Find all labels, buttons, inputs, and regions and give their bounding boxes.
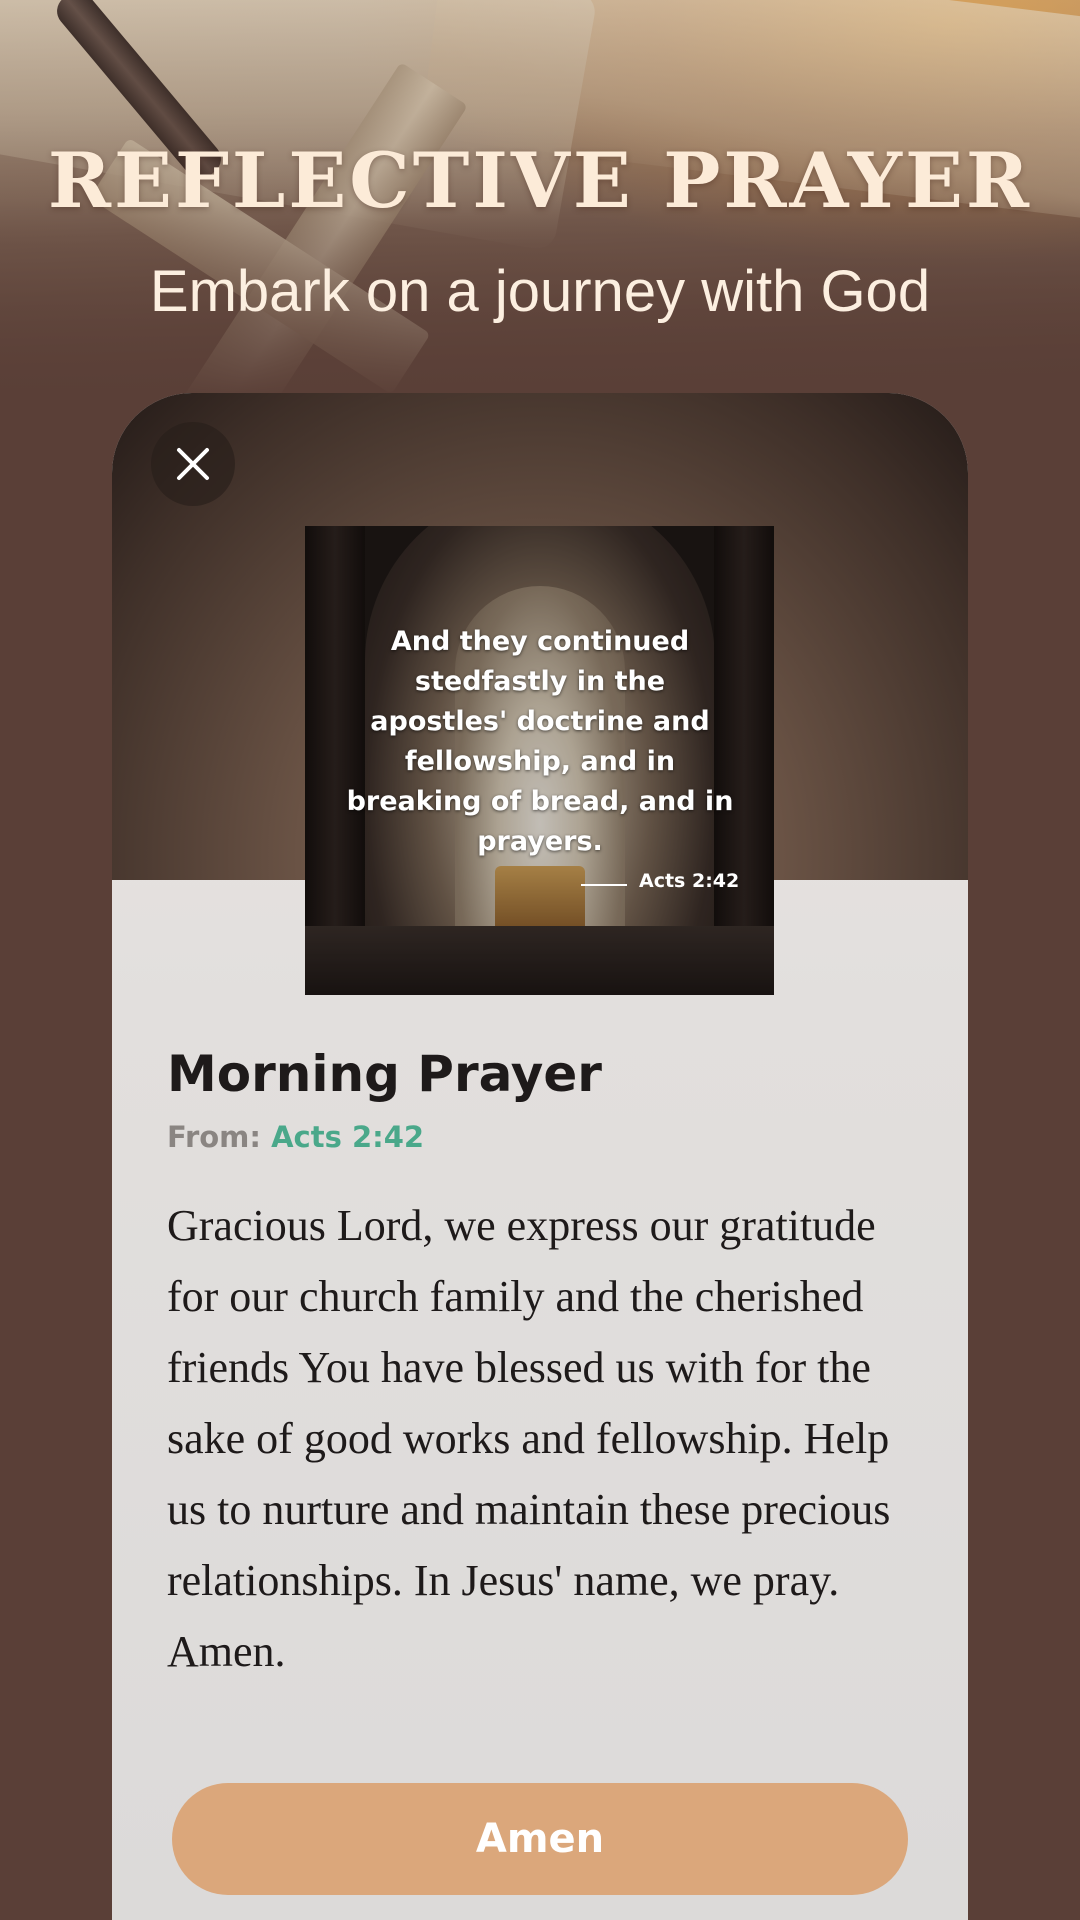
source-label: From: — [167, 1120, 261, 1154]
close-button[interactable] — [151, 422, 235, 506]
page-subtitle: Embark on a journey with God — [149, 259, 931, 324]
page-title: REFLECTIVE PRAYER — [47, 136, 1033, 225]
verse-ref-divider — [581, 884, 627, 886]
prayer-title: Morning Prayer — [167, 1045, 602, 1103]
close-icon — [177, 448, 209, 480]
prayer-card: And they continued stedfastly in the apo… — [112, 393, 968, 1920]
amen-button[interactable]: Amen — [172, 1783, 908, 1895]
source-reference-link[interactable]: Acts 2:42 — [271, 1120, 424, 1154]
verse-image: And they continued stedfastly in the apo… — [305, 526, 774, 995]
prayer-text: Gracious Lord, we express our gratitude … — [167, 1201, 891, 1676]
verse-quote: And they continued stedfastly in the apo… — [346, 626, 734, 857]
verse-reference: Acts 2:42 — [639, 870, 740, 892]
prayer-source: From: Acts 2:42 — [167, 1120, 424, 1154]
